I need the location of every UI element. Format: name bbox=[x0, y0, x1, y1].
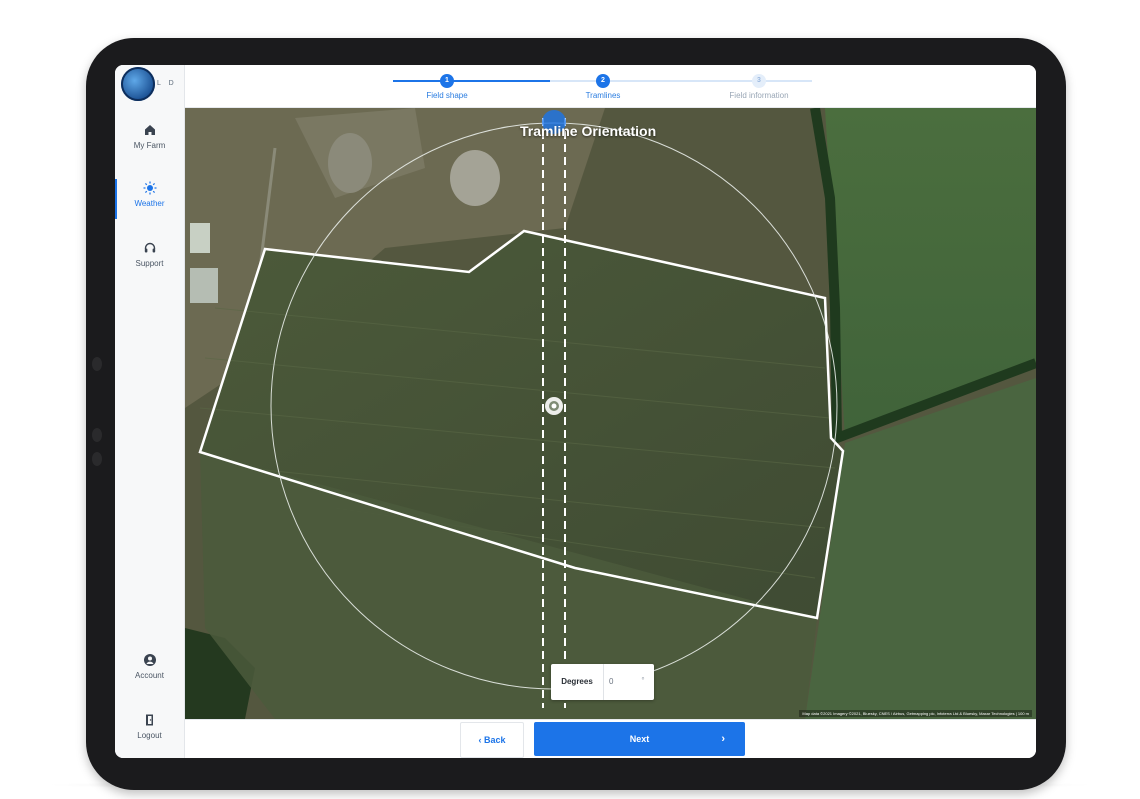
step-3-indicator[interactable]: 3 bbox=[752, 74, 766, 88]
chevron-left-icon: ‹ bbox=[478, 735, 482, 745]
degree-unit-icon: ° bbox=[641, 676, 645, 685]
sidebar-item-weather[interactable]: Weather bbox=[115, 173, 184, 227]
step-2-indicator[interactable]: 2 bbox=[596, 74, 610, 88]
step-1-label[interactable]: Field shape bbox=[402, 91, 492, 100]
progress-stepper: 1 Field shape 2 Tramlines 3 Field inform… bbox=[185, 65, 1036, 108]
center-handle[interactable] bbox=[545, 397, 563, 415]
back-button-label: Back bbox=[484, 735, 506, 745]
headset-icon bbox=[143, 241, 157, 255]
step-2-label[interactable]: Tramlines bbox=[558, 91, 648, 100]
map-canvas bbox=[185, 108, 1036, 719]
sidebar-item-label: Weather bbox=[134, 199, 165, 208]
map-title: Tramline Orientation bbox=[520, 123, 657, 139]
step-3-label[interactable]: Field information bbox=[714, 91, 804, 100]
sidebar: L D My Farm Weather Support Account Logo… bbox=[115, 65, 185, 758]
back-button[interactable]: ‹ Back bbox=[460, 722, 524, 758]
account-icon bbox=[143, 653, 157, 667]
step-1-indicator[interactable]: 1 bbox=[440, 74, 454, 88]
sidebar-item-label: Logout bbox=[137, 731, 162, 740]
chevron-right-icon: › bbox=[721, 733, 725, 745]
footer-bar: ‹ Back Next › bbox=[185, 719, 1036, 758]
sidebar-item-logout[interactable]: Logout bbox=[115, 705, 184, 758]
sidebar-item-my-farm[interactable]: My Farm bbox=[115, 115, 184, 169]
sidebar-item-support[interactable]: Support bbox=[115, 233, 184, 287]
tablet-side-button bbox=[92, 357, 102, 371]
degrees-label: Degrees bbox=[551, 664, 604, 700]
sidebar-item-label: Support bbox=[135, 259, 164, 268]
sidebar-item-label: My Farm bbox=[133, 141, 166, 150]
tablet-side-button bbox=[92, 428, 102, 442]
logo-globe-icon bbox=[121, 67, 155, 101]
home-icon bbox=[143, 123, 157, 137]
logout-icon bbox=[143, 713, 157, 727]
sidebar-item-account[interactable]: Account bbox=[115, 645, 184, 699]
rotate-handle[interactable] bbox=[542, 110, 566, 134]
app-screen: L D My Farm Weather Support Account Logo… bbox=[115, 65, 1036, 758]
map-attribution: Map data ©2021 Imagery ©2021, Bluesky, C… bbox=[799, 710, 1032, 717]
logo-text: L D bbox=[157, 80, 177, 87]
next-button-label: Next bbox=[629, 734, 650, 744]
sidebar-item-label: Account bbox=[135, 671, 164, 680]
degrees-input[interactable]: 0 bbox=[609, 664, 629, 700]
sun-icon bbox=[143, 181, 157, 195]
satellite-map[interactable]: Tramline Orientation Degrees 0 ° Map dat… bbox=[185, 108, 1036, 719]
stepper-progress-line bbox=[393, 80, 550, 82]
tablet-side-button bbox=[92, 452, 102, 466]
app-logo[interactable]: L D bbox=[115, 65, 184, 107]
stepper-remaining-line bbox=[550, 80, 812, 82]
degrees-input-group: Degrees 0 ° bbox=[551, 664, 654, 700]
next-button[interactable]: Next › bbox=[534, 722, 745, 756]
